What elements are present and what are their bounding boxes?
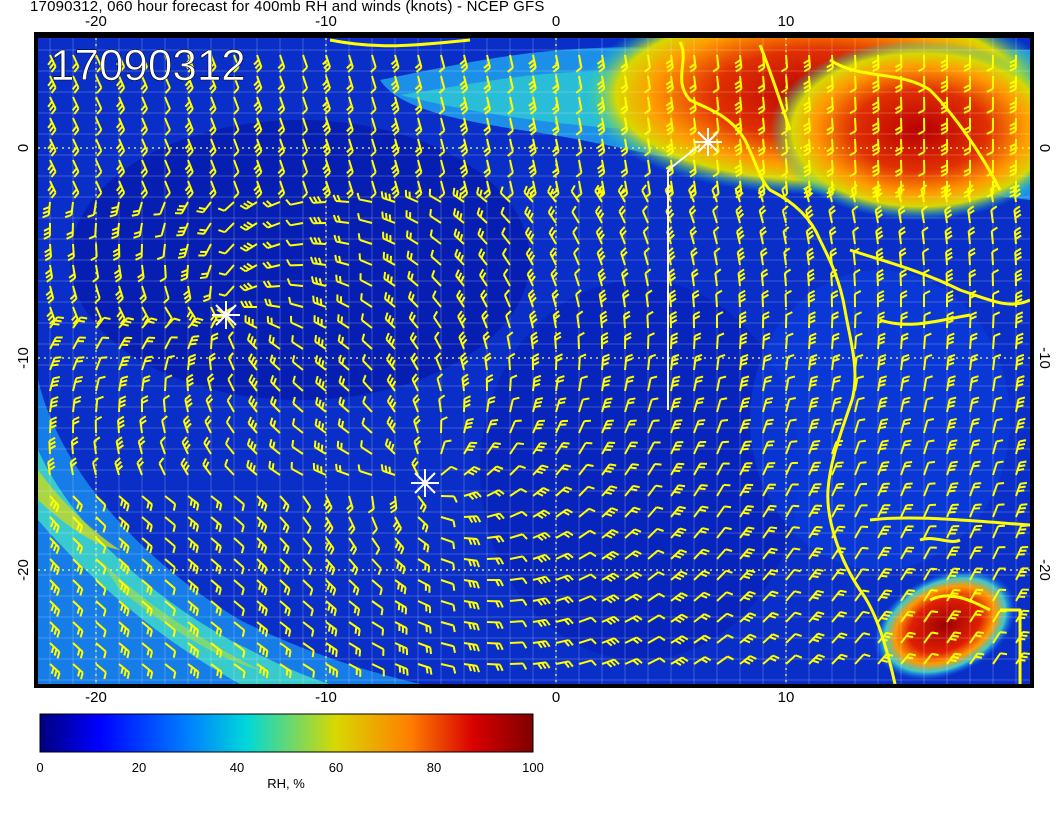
- marker-2: [212, 301, 240, 329]
- colorbar-tick-0: 0: [36, 760, 44, 775]
- marker-1: [694, 128, 722, 156]
- colorbar-tick-100: 100: [522, 760, 544, 775]
- colorbar-tick-40: 40: [229, 760, 245, 775]
- colorbar-tick-60: 60: [328, 760, 344, 775]
- colorbar-tick-20: 20: [131, 760, 147, 775]
- x-ticks-top: -20 -10 0 10: [85, 13, 794, 30]
- date-stamp: 17090312: [50, 41, 246, 90]
- marker-3: [411, 469, 439, 497]
- colorbar: [39, 713, 534, 753]
- map-figure: 17090312 -20 -10 0 10 -20 -10 0 10 0 -10…: [15, 13, 1053, 753]
- y-ticks-right: 0 -10 -20: [1036, 144, 1053, 581]
- x-ticks-bottom: -20 -10 0 10: [85, 689, 794, 706]
- colorbar-tick-80: 80: [426, 760, 442, 775]
- colorbar-title: RH, %: [267, 776, 305, 791]
- y-ticks-left: 0 -10 -20: [15, 144, 32, 581]
